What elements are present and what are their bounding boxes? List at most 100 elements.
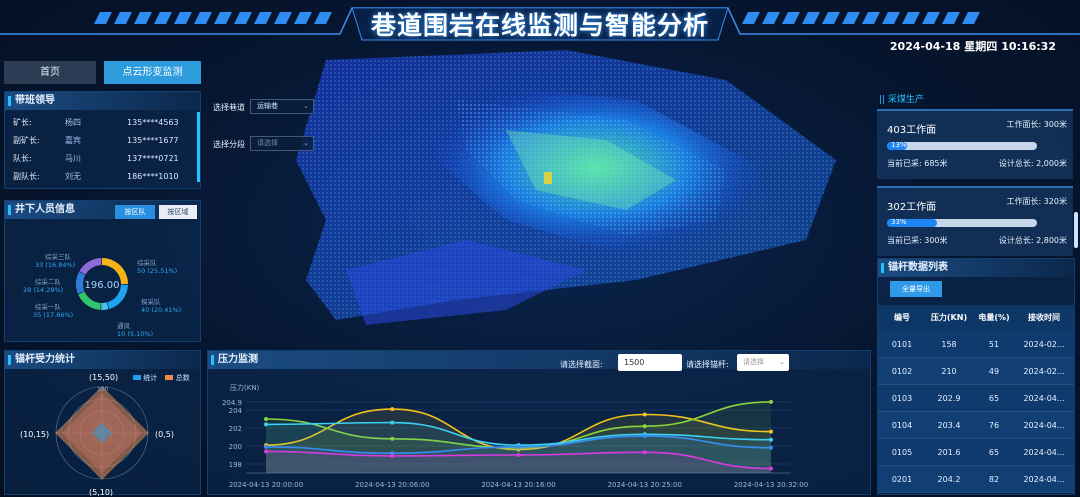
segment-label: 综采队 [137,258,157,267]
segment-label: 综采二队 [35,277,62,286]
leader-phone: 186****1010 [127,172,179,181]
col-header-pressure: 压力(KN) [930,313,968,322]
col-header-id: 编号 [894,313,910,322]
work-face-name: 302工作面 [887,202,937,213]
chevron-down-icon: ⌄ [303,139,309,147]
table-row[interactable]: 0101 158 51 2024-02... [878,331,1074,358]
data-point[interactable] [769,399,773,404]
pressure-section-input[interactable]: 1500 [618,354,682,371]
work-face-mined: 当前已采: 685米 [887,159,948,168]
page-title: 巷道围岩在线监测与智能分析 [370,11,709,40]
segment-label: 综采三队 [45,252,72,261]
radar-chart: (15,50) (0,5) (5,10) (10,15) 100 [20,373,174,496]
work-face-length: 工作面长: 320米 [1006,197,1067,206]
data-point[interactable] [769,445,773,450]
cell-pressure: 158 [941,340,957,349]
data-point[interactable] [642,450,647,455]
anchor-table-title: 锚杆数据列表 [878,259,1074,277]
data-point[interactable] [769,437,773,442]
cell-time: 2024-04... [1023,394,1065,403]
cell-time: 2024-04... [1023,421,1065,430]
section-select[interactable]: 请选择 ⌄ [250,136,314,151]
leader-phone: 135****4563 [127,118,179,127]
segment-value: 50 (25.51%) [137,267,177,275]
section-label: 选择分段 [213,140,245,149]
cell-pressure: 204.2 [937,475,961,484]
data-point[interactable] [642,412,647,417]
tunnel-label: 选择巷道 [213,103,245,112]
data-point[interactable] [264,444,268,449]
data-point[interactable] [264,417,268,421]
point-cloud-view[interactable] [206,40,866,350]
cell-id: 0201 [891,475,913,484]
table-row[interactable]: 0102 210 49 2024-02... [878,358,1074,385]
nav-home-button[interactable]: 首页 [4,61,96,84]
progress-bar [887,142,1037,150]
y-tick-label: 202 [229,425,242,433]
table-row[interactable]: 0103 202.9 65 2024-04... [878,385,1074,412]
work-face-name: 403工作面 [887,125,937,136]
work-face-mined: 当前已采: 300米 [887,236,948,245]
tab-by-team[interactable]: 按区队 [115,205,155,219]
personnel-donut-chart: 196.00 综采队 50 (25.51%) 探采队 40 (20.41%) 通… [23,252,181,338]
data-point[interactable] [516,444,521,449]
cell-battery: 76 [988,421,1000,430]
segment-value: 28 (14.29%) [23,286,63,294]
table-row[interactable]: 0105 201.6 65 2024-04... [878,439,1074,466]
leader-phone: 137****0721 [127,154,179,163]
radar-point-left: (10,15) [20,430,49,439]
chevron-down-icon: ⌄ [779,358,785,366]
table-row[interactable]: 0104 203.4 76 2024-04... [878,412,1074,439]
data-point[interactable] [769,466,773,471]
y-axis-label: 压力(KN) [230,383,260,392]
cell-battery: 65 [988,448,1000,457]
date-text: 2024-04-18 [889,40,961,53]
data-point[interactable] [642,434,647,439]
work-face-length: 工作面长: 300米 [1006,120,1067,129]
leader-name: 马川 [65,154,81,163]
right-scrollbar[interactable] [1074,212,1078,248]
progress-text: 13% [891,141,907,149]
segment-value: 35 (17.86%) [33,311,73,319]
cell-battery: 49 [988,367,1000,376]
data-point[interactable] [264,449,268,454]
cell-pressure: 202.9 [937,394,961,403]
leader-name: 刘无 [65,172,81,181]
pressure-line-chart: 压力(KN) 198 200 202 204204.9 2024-04-13 20:00:… [222,383,808,489]
table-body: 0101 158 51 2024-02... 0102 210 49 2024-… [878,331,1074,493]
datetime-display: 2024-04-18 星期四 10:16:32 [886,38,1056,54]
leader-name: 嘉宾 [65,136,81,145]
cell-id: 0102 [891,367,913,376]
data-point[interactable] [390,407,395,412]
cell-pressure: 201.6 [937,448,961,457]
radar-point-right: (0,5) [155,430,174,439]
leader-row: 队长: 马川 137****0721 [5,150,200,168]
leader-role: 副队长: [13,172,40,181]
progress-text: 33% [891,218,907,226]
data-point[interactable] [390,453,395,458]
cell-time: 2024-02... [1023,367,1065,376]
data-point[interactable] [390,420,395,425]
tab-by-area[interactable]: 按区域 [159,205,197,219]
app-header: 巷道围岩在线监测与智能分析 2024-04-18 星期四 10:16:32 [0,0,1080,53]
nav-cloud-button[interactable]: 点云形变监测 [104,61,201,84]
y-tick-label: 204.9 [222,399,242,407]
y-tick-label: 198 [229,461,242,469]
export-button[interactable]: 全量导出 [890,281,942,297]
cell-id: 0105 [891,448,913,457]
leader-row: 副队长: 刘无 186****1010 [5,168,200,186]
x-tick-label: 2024-04-13 20:25:00 [608,481,682,489]
data-point[interactable] [264,422,268,427]
anchor-table-panel: 锚杆数据列表 全量导出 编号 压力(KN) 电量(%) 接收时间 0101 15… [877,258,1075,495]
cell-pressure: 203.4 [937,421,961,430]
data-point[interactable] [516,453,521,457]
tunnel-select[interactable]: 运输巷 ⌄ [250,99,314,114]
weekday-text: 星期四 [964,40,998,53]
pressure-anchor-select[interactable]: 请选择 ⌄ [737,354,789,371]
leaders-scrollbar[interactable] [197,112,200,182]
donut-segment [79,258,102,275]
data-point[interactable] [642,424,647,429]
table-row[interactable]: 0201 204.2 82 2024-04... [878,466,1074,493]
cell-battery: 51 [988,340,1000,349]
segment-value: 10 (5.10%) [117,330,153,338]
